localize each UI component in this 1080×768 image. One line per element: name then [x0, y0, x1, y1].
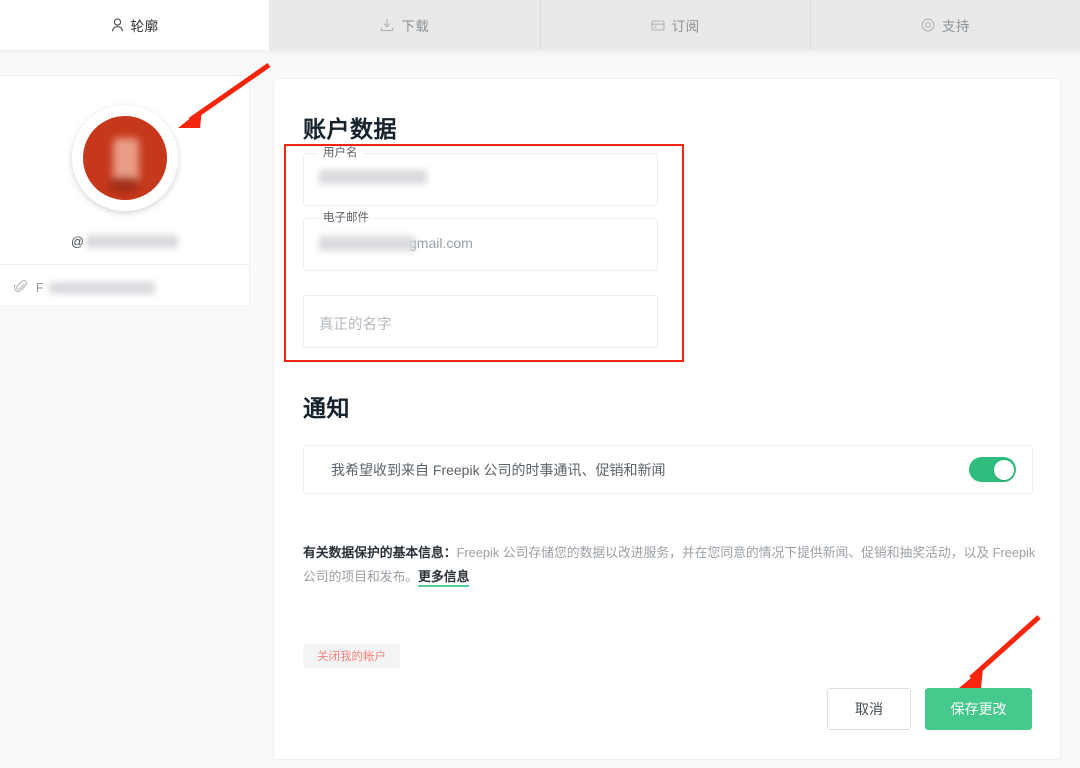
real-name-field[interactable]: 真正的名字	[303, 295, 658, 348]
account-section-title: 账户数据	[303, 110, 397, 144]
email-value: gmail.com	[319, 235, 473, 251]
tab-subscription[interactable]: 订阅	[541, 0, 811, 50]
username-field[interactable]: 用户名	[303, 153, 658, 206]
real-name-placeholder: 真正的名字	[319, 313, 392, 334]
notifications-section-title: 通知	[303, 389, 350, 423]
close-account-button[interactable]: 关闭我的帐户	[303, 644, 400, 668]
email-field[interactable]: 电子邮件 gmail.com	[303, 218, 658, 271]
data-protection-disclaimer: 有关数据保护的基本信息：Freepik 公司存储您的数据以改进服务，并在您同意的…	[303, 541, 1045, 589]
card-icon	[651, 18, 665, 32]
avatar-image	[83, 116, 167, 200]
tab-support-label: 支持	[942, 15, 970, 35]
email-domain: gmail.com	[409, 235, 473, 251]
app-root: 轮廓 下载 订阅 支持	[0, 0, 1080, 768]
newsletter-consent-row: 我希望收到来自 Freepik 公司的时事通讯、促销和新闻	[303, 445, 1033, 494]
profile-summary-card: @ F	[0, 75, 250, 307]
save-button[interactable]: 保存更改	[925, 688, 1032, 730]
newsletter-consent-label: 我希望收到来自 Freepik 公司的时事通讯、促销和新闻	[331, 460, 665, 480]
avatar-redaction-b	[109, 178, 139, 192]
tab-bar: 轮廓 下载 订阅 支持	[0, 0, 1080, 50]
tab-support[interactable]: 支持	[811, 0, 1080, 50]
tab-bar-shadow	[0, 50, 1080, 56]
tab-profile[interactable]: 轮廓	[0, 0, 270, 50]
profile-link-row[interactable]: F	[14, 279, 155, 296]
email-redacted	[319, 236, 415, 251]
username-value	[319, 170, 427, 184]
newsletter-toggle[interactable]	[969, 457, 1016, 482]
email-label: 电子邮件	[318, 211, 374, 226]
tab-downloads-label: 下载	[401, 15, 429, 35]
profile-link-visible-text: F	[36, 281, 44, 295]
tab-profile-label: 轮廓	[131, 15, 159, 35]
user-icon	[111, 18, 124, 32]
profile-handle: @	[0, 234, 249, 249]
username-redacted	[319, 170, 427, 184]
account-settings-card: 账户数据 用户名 电子邮件 gmail.com 真正的名字 通知 我希望收到来自…	[273, 78, 1061, 760]
profile-link-redacted	[49, 282, 155, 294]
profile-handle-redacted	[86, 235, 178, 248]
sidebar-divider	[0, 264, 249, 265]
disclaimer-bold-prefix: 有关数据保护的基本信息：	[303, 545, 457, 560]
paperclip-icon	[14, 279, 28, 296]
profile-handle-prefix: @	[71, 234, 84, 249]
username-label: 用户名	[318, 146, 363, 161]
download-icon	[380, 18, 394, 32]
avatar[interactable]	[72, 105, 178, 211]
tab-downloads[interactable]: 下载	[270, 0, 540, 50]
tab-subscription-label: 订阅	[672, 15, 700, 35]
newsletter-toggle-knob	[994, 460, 1014, 480]
help-circle-icon	[921, 18, 935, 32]
cancel-button[interactable]: 取消	[827, 688, 911, 730]
more-info-link[interactable]: 更多信息	[418, 569, 469, 587]
